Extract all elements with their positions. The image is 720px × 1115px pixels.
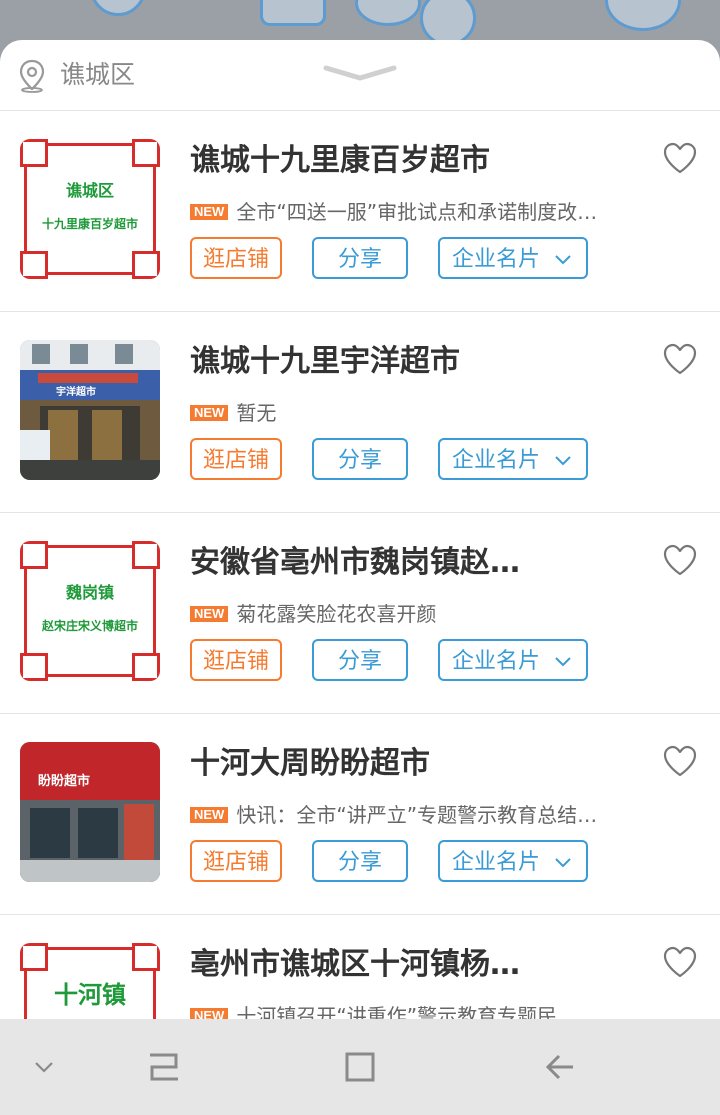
news-text: 全市“四送一服”审批试点和承诺制度改… (236, 200, 598, 224)
sheet-header: 谯城区 (0, 40, 720, 111)
chevron-down-icon (555, 255, 571, 265)
visit-shop-button[interactable]: 逛店铺 (190, 237, 282, 279)
back-arrow-icon (545, 1054, 573, 1080)
business-card-label: 企业名片 (452, 649, 541, 674)
store-name[interactable]: 谯城十九里康百岁超市 (190, 141, 630, 181)
nav-back-button[interactable] (500, 1019, 620, 1115)
heart-outline-icon[interactable] (662, 744, 698, 778)
map-marker (260, 0, 326, 26)
visit-shop-button[interactable]: 逛店铺 (190, 639, 282, 681)
new-badge: NEW (190, 807, 229, 823)
thumbnail-line-1: 魏岗镇 (65, 583, 114, 602)
store-list-sheet: 谯城区 谯城区 十九里康百岁超市 谯城十九里康百岁超市 NEW 全市“四送一服”审… (0, 40, 720, 1115)
business-card-dropdown[interactable]: 企业名片 (438, 639, 588, 681)
store-news[interactable]: NEW 快讯：全市“讲严立”专题警示教育总结… (190, 802, 630, 828)
store-photo: 盼盼超市 (20, 742, 160, 882)
map-marker (355, 0, 421, 26)
business-card-label: 企业名片 (452, 448, 541, 473)
new-badge: NEW (190, 405, 229, 421)
store-thumbnail: 魏岗镇 赵宋庄宋义博超市 (20, 541, 160, 681)
system-navigation-bar (0, 1019, 720, 1115)
thumbnail-line-2: 十九里康百岁超市 (41, 217, 138, 231)
share-button[interactable]: 分享 (312, 639, 408, 681)
map-marker (605, 0, 681, 31)
home-square-icon (345, 1052, 375, 1082)
business-card-dropdown[interactable]: 企业名片 (438, 438, 588, 480)
business-card-label: 企业名片 (452, 247, 541, 272)
store-thumbnail: 谯城区 十九里康百岁超市 (20, 139, 160, 279)
photo-sign-text: 盼盼超市 (38, 774, 91, 789)
store-list-item[interactable]: 魏岗镇 赵宋庄宋义博超市 安徽省亳州市魏岗镇赵… NEW 菊花露笑脸花农喜开颜 逛… (0, 513, 720, 714)
new-badge: NEW (190, 204, 229, 220)
photo-sign-text: 宇洋超市 (56, 387, 96, 398)
store-list: 谯城区 十九里康百岁超市 谯城十九里康百岁超市 NEW 全市“四送一服”审批试点和… (0, 111, 720, 1115)
news-text: 快讯：全市“讲严立”专题警示教育总结… (236, 803, 598, 827)
business-card-dropdown[interactable]: 企业名片 (438, 840, 588, 882)
new-badge: NEW (190, 606, 229, 622)
store-list-item[interactable]: 谯城区 十九里康百岁超市 谯城十九里康百岁超市 NEW 全市“四送一服”审批试点和… (0, 111, 720, 312)
store-news[interactable]: NEW 全市“四送一服”审批试点和承诺制度改… (190, 199, 630, 225)
chevron-down-icon (555, 858, 571, 868)
store-name[interactable]: 十河大周盼盼超市 (190, 744, 630, 784)
nav-recents-button[interactable] (104, 1019, 224, 1115)
store-news[interactable]: NEW 菊花露笑脸花农喜开颜 (190, 601, 630, 627)
thumbnail-line-1: 十河镇 (54, 980, 126, 1009)
location-pin-icon (19, 59, 45, 93)
heart-outline-icon[interactable] (662, 543, 698, 577)
share-button[interactable]: 分享 (312, 438, 408, 480)
district-label[interactable]: 谯城区 (60, 59, 135, 91)
share-button[interactable]: 分享 (312, 237, 408, 279)
map-marker (90, 0, 146, 16)
recent-apps-icon (150, 1053, 178, 1081)
visit-shop-button[interactable]: 逛店铺 (190, 840, 282, 882)
store-list-item[interactable]: 宇洋超市 谯城十九里宇洋超市 NEW 暂无 逛店铺 分享 企业名片 (0, 312, 720, 513)
nav-hide-button[interactable] (0, 1019, 104, 1115)
share-button[interactable]: 分享 (312, 840, 408, 882)
thumbnail-line-2: 赵宋庄宋义博超市 (41, 619, 138, 633)
store-name[interactable]: 亳州市谯城区十河镇杨… (190, 945, 630, 985)
chevron-down-icon[interactable] (322, 64, 398, 84)
business-card-dropdown[interactable]: 企业名片 (438, 237, 588, 279)
news-text: 暂无 (236, 401, 277, 425)
chevron-down-icon (555, 657, 571, 667)
store-name[interactable]: 安徽省亳州市魏岗镇赵… (190, 543, 630, 583)
chevron-down-icon (35, 1062, 53, 1073)
news-text: 菊花露笑脸花农喜开颜 (236, 602, 437, 626)
thumbnail-line-1: 谯城区 (65, 181, 114, 200)
business-card-label: 企业名片 (452, 850, 541, 875)
store-name[interactable]: 谯城十九里宇洋超市 (190, 342, 630, 382)
store-photo: 宇洋超市 (20, 340, 160, 480)
store-list-item[interactable]: 盼盼超市 十河大周盼盼超市 NEW 快讯：全市“讲严立”专题警示教育总结… 逛店铺… (0, 714, 720, 915)
heart-outline-icon[interactable] (662, 141, 698, 175)
heart-outline-icon[interactable] (662, 945, 698, 979)
visit-shop-button[interactable]: 逛店铺 (190, 438, 282, 480)
heart-outline-icon[interactable] (662, 342, 698, 376)
nav-home-button[interactable] (300, 1019, 420, 1115)
store-news[interactable]: NEW 暂无 (190, 400, 630, 426)
chevron-down-icon (555, 456, 571, 466)
